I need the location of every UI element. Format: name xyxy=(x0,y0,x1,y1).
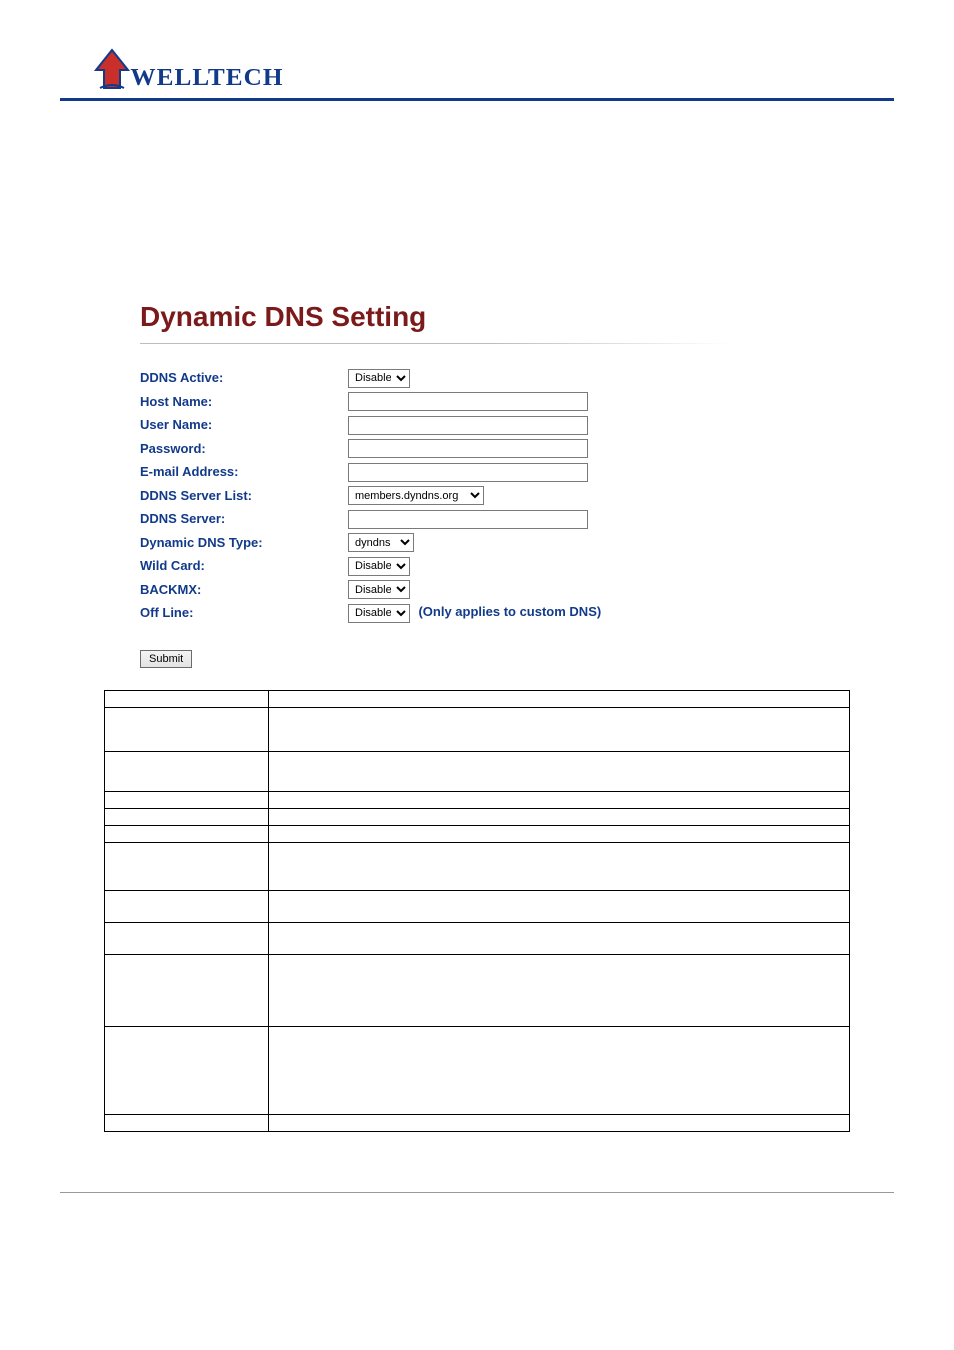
label-user-name: User Name: xyxy=(140,413,348,437)
label-dns-type: Dynamic DNS Type: xyxy=(140,531,348,555)
table-row xyxy=(105,825,850,842)
table-row xyxy=(105,954,850,1026)
field-cell xyxy=(105,922,269,954)
field-cell xyxy=(105,954,269,1026)
footer-rule xyxy=(60,1192,894,1193)
ddns-figure: Dynamic DNS Setting DDNS Active: Disable… xyxy=(140,301,894,668)
label-backmx: BACKMX: xyxy=(140,578,348,602)
desc-cell xyxy=(269,825,850,842)
select-server-list[interactable]: members.dyndns.org xyxy=(348,486,484,505)
desc-cell xyxy=(269,1026,850,1114)
table-row xyxy=(105,751,850,791)
desc-cell xyxy=(269,842,850,890)
page: WELLTECH Dynamic DNS Setting DDNS Active… xyxy=(0,0,954,1350)
select-ddns-active[interactable]: Disable xyxy=(348,369,410,388)
table-row xyxy=(105,808,850,825)
field-cell xyxy=(105,690,269,707)
desc-cell xyxy=(269,690,850,707)
field-cell xyxy=(105,1114,269,1131)
desc-cell xyxy=(269,808,850,825)
desc-cell xyxy=(269,954,850,1026)
desc-cell xyxy=(269,791,850,808)
label-email: E-mail Address: xyxy=(140,460,348,484)
table-row xyxy=(105,791,850,808)
label-wild-card: Wild Card: xyxy=(140,554,348,578)
arrow-up-icon xyxy=(90,48,134,92)
field-cell xyxy=(105,825,269,842)
page-title: Dynamic DNS Setting xyxy=(140,301,894,333)
submit-row: Submit xyxy=(140,649,894,668)
table-row xyxy=(105,1114,850,1131)
off-line-note: (Only applies to custom DNS) xyxy=(414,604,601,619)
table-row xyxy=(105,842,850,890)
field-cell xyxy=(105,890,269,922)
table-row xyxy=(105,690,850,707)
brand-logo: WELLTECH xyxy=(60,48,894,92)
input-user-name[interactable] xyxy=(348,416,588,435)
label-host-name: Host Name: xyxy=(140,390,348,414)
desc-cell xyxy=(269,1114,850,1131)
field-cell xyxy=(105,707,269,751)
field-cell xyxy=(105,791,269,808)
field-cell xyxy=(105,808,269,825)
table-row xyxy=(105,1026,850,1114)
input-host-name[interactable] xyxy=(348,392,588,411)
ddns-form: DDNS Active: Disable Host Name: User Nam… xyxy=(140,366,601,625)
label-ddns-server: DDNS Server: xyxy=(140,507,348,531)
field-cell xyxy=(105,751,269,791)
table-row xyxy=(105,707,850,751)
label-server-list: DDNS Server List: xyxy=(140,484,348,508)
select-off-line[interactable]: Disable xyxy=(348,604,410,623)
title-underline xyxy=(140,343,730,344)
select-dns-type[interactable]: dyndns xyxy=(348,533,414,552)
select-wild-card[interactable]: Disable xyxy=(348,557,410,576)
content-area: Dynamic DNS Setting DDNS Active: Disable… xyxy=(60,301,894,1132)
select-backmx[interactable]: Disable xyxy=(348,580,410,599)
table-row xyxy=(105,890,850,922)
description-table xyxy=(104,690,850,1132)
input-email[interactable] xyxy=(348,463,588,482)
desc-cell xyxy=(269,751,850,791)
header-rule xyxy=(60,98,894,101)
desc-cell xyxy=(269,890,850,922)
label-off-line: Off Line: xyxy=(140,601,348,625)
field-cell xyxy=(105,1026,269,1114)
input-ddns-server[interactable] xyxy=(348,510,588,529)
input-password[interactable] xyxy=(348,439,588,458)
label-password: Password: xyxy=(140,437,348,461)
submit-button[interactable]: Submit xyxy=(140,650,192,668)
label-ddns-active: DDNS Active: xyxy=(140,366,348,390)
desc-cell xyxy=(269,922,850,954)
table-row xyxy=(105,922,850,954)
desc-cell xyxy=(269,707,850,751)
field-cell xyxy=(105,842,269,890)
brand-name: WELLTECH xyxy=(130,65,283,92)
